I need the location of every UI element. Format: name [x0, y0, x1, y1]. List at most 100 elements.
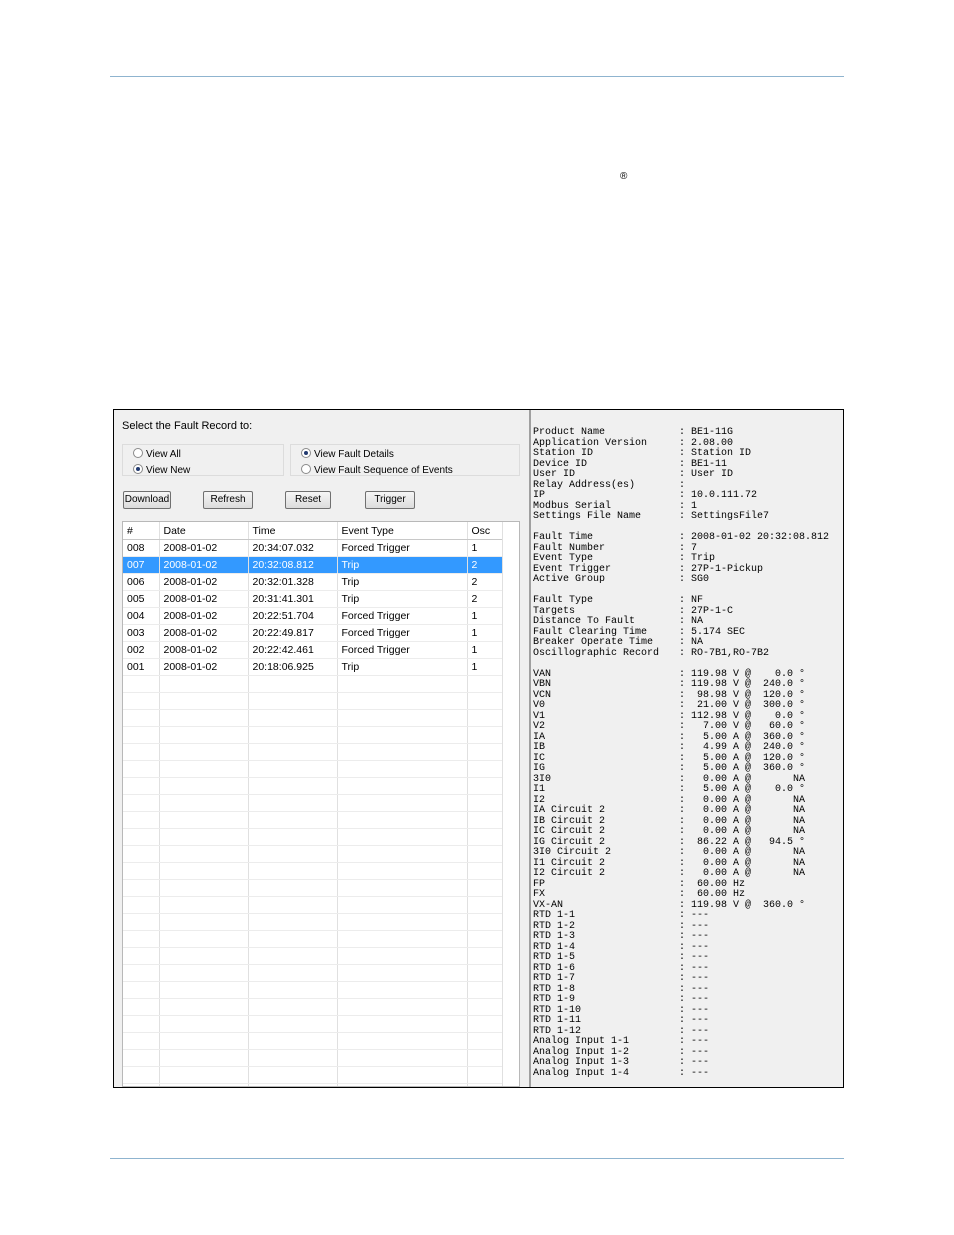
table-cell: [123, 760, 160, 778]
table-cell: 1: [467, 607, 504, 625]
table-cell: [467, 760, 504, 778]
table-cell: [248, 811, 338, 829]
report-field-value: : 27P-1-Pickup: [679, 563, 764, 575]
table-cell: 2: [467, 590, 504, 608]
column-header[interactable]: Time: [248, 522, 338, 540]
table-cell: [159, 862, 249, 880]
table-row[interactable]: 005 2008-01-02 20:31:41.301 Trip 2: [123, 590, 504, 608]
report-field-value: : 0.00 A @ NA: [679, 805, 806, 816]
table-cell: [248, 1015, 338, 1033]
table-cell: 2008-01-02: [159, 590, 249, 608]
column-header[interactable]: Date: [159, 522, 249, 540]
table-cell: 2008-01-02: [159, 641, 249, 659]
radio-button-icon[interactable]: [133, 448, 143, 459]
report-field-value: : ---: [679, 983, 710, 995]
report-field-label: Fault Type: [533, 595, 594, 606]
table-cell: [337, 692, 468, 710]
table-cell: [123, 794, 160, 812]
table-cell: 20:32:01.328: [248, 573, 338, 591]
table-cell: [159, 1049, 249, 1067]
report-field-label: Fault Time: [533, 532, 594, 543]
empty-row: [123, 947, 504, 965]
table-cell: [337, 862, 468, 880]
report-field-value: : ---: [679, 994, 710, 1005]
table-row[interactable]: 006 2008-01-02 20:32:01.328 Trip 2: [123, 573, 504, 591]
table-row[interactable]: 003 2008-01-02 20:22:49.817 Forced Trigger 1: [123, 624, 504, 642]
view-new-radio[interactable]: View New: [133, 464, 190, 477]
table-cell: [467, 743, 504, 761]
view-all-label: View All: [146, 449, 181, 460]
table-row[interactable]: 008 2008-01-02 20:34:07.032 Forced Trigger 1: [123, 539, 504, 557]
table-cell: [159, 913, 249, 931]
table-row[interactable]: 007 2008-01-02 20:32:08.812 Trip 2: [123, 556, 504, 574]
fault-report-text: Product Name: BE1-11G Application Version…: [533, 427, 829, 1079]
empty-row: [123, 930, 504, 948]
table-cell: [248, 879, 338, 897]
refresh-button[interactable]: Refresh: [203, 491, 253, 509]
table-cell: [467, 1032, 504, 1050]
reset-button[interactable]: Reset: [285, 491, 331, 509]
empty-row: [123, 675, 504, 693]
table-cell: [467, 794, 504, 812]
table-cell: [123, 1049, 160, 1067]
table-row[interactable]: 002 2008-01-02 20:22:42.461 Forced Trigger 1: [123, 641, 504, 659]
download-button[interactable]: Download: [123, 491, 171, 509]
report-field-value: : NA: [679, 637, 704, 648]
table-cell: [337, 828, 468, 846]
report-field-label: V1: [533, 710, 546, 722]
empty-row: [123, 879, 504, 897]
view-all-radio[interactable]: View All: [133, 448, 181, 461]
radio-button-icon[interactable]: [133, 464, 143, 475]
table-cell: 2008-01-02: [159, 573, 249, 591]
table-cell: [159, 896, 249, 914]
report-field-label: IP: [533, 490, 546, 501]
table-cell: [123, 879, 160, 897]
view-fault-sequence-radio[interactable]: View Fault Sequence of Events: [301, 464, 453, 477]
table-cell: [159, 794, 249, 812]
report-field-label: 3I0 Circuit 2: [533, 847, 612, 858]
table-cell: [337, 743, 468, 761]
table-cell: [159, 760, 249, 778]
table-cell: [159, 811, 249, 829]
report-field-label: Distance To Fault: [533, 616, 636, 627]
table-cell: 2: [467, 556, 504, 574]
view-fault-details-radio[interactable]: View Fault Details: [301, 448, 394, 461]
report-field-label: RTD 1-11: [533, 1015, 582, 1026]
empty-row: [123, 692, 504, 710]
table-row[interactable]: 004 2008-01-02 20:22:51.704 Forced Trigger 1: [123, 607, 504, 625]
table-cell: [248, 930, 338, 948]
report-field-value: : 112.98 V @ 0.0 °: [679, 710, 806, 722]
table-cell: [159, 947, 249, 965]
table-row[interactable]: 001 2008-01-02 20:18:06.925 Trip 1: [123, 658, 504, 676]
radio-button-icon[interactable]: [301, 464, 311, 475]
column-header[interactable]: #: [123, 522, 160, 540]
column-header[interactable]: Event Type: [337, 522, 468, 540]
report-field-value: : 0.00 A @ NA: [679, 773, 806, 785]
table-cell: [467, 913, 504, 931]
report-field-value: : ---: [679, 941, 710, 953]
fault-record-panel: Select the Fault Record to: View All Vie…: [114, 410, 528, 1087]
empty-row: [123, 1083, 504, 1086]
table-cell: 1: [467, 624, 504, 642]
report-field-value: : 5.174 SEC: [679, 626, 746, 638]
table-cell: [337, 1049, 468, 1067]
fault-record-table[interactable]: # Date Time Event Type Osc 008 2008-01-02 20:3…: [122, 521, 520, 1087]
report-field-label: Active Group: [533, 574, 606, 585]
trigger-button[interactable]: Trigger: [365, 491, 415, 509]
report-field-value: : 10.0.111.72: [679, 490, 758, 501]
report-field-value: : ---: [679, 931, 710, 942]
table-cell: [248, 794, 338, 812]
radio-button-icon[interactable]: [301, 448, 311, 459]
empty-row: [123, 709, 504, 727]
table-cell: [123, 726, 160, 744]
report-field-label: IC: [533, 752, 546, 764]
table-cell: 2: [467, 573, 504, 591]
table-cell: [337, 1015, 468, 1033]
table-cell: [123, 692, 160, 710]
report-field-label: IA Circuit 2: [533, 805, 606, 816]
column-header[interactable]: Osc: [467, 522, 504, 540]
table-cell: 1: [467, 658, 504, 676]
table-cell: [337, 879, 468, 897]
report-field-value: : 7: [679, 542, 698, 554]
table-cell: [159, 675, 249, 693]
